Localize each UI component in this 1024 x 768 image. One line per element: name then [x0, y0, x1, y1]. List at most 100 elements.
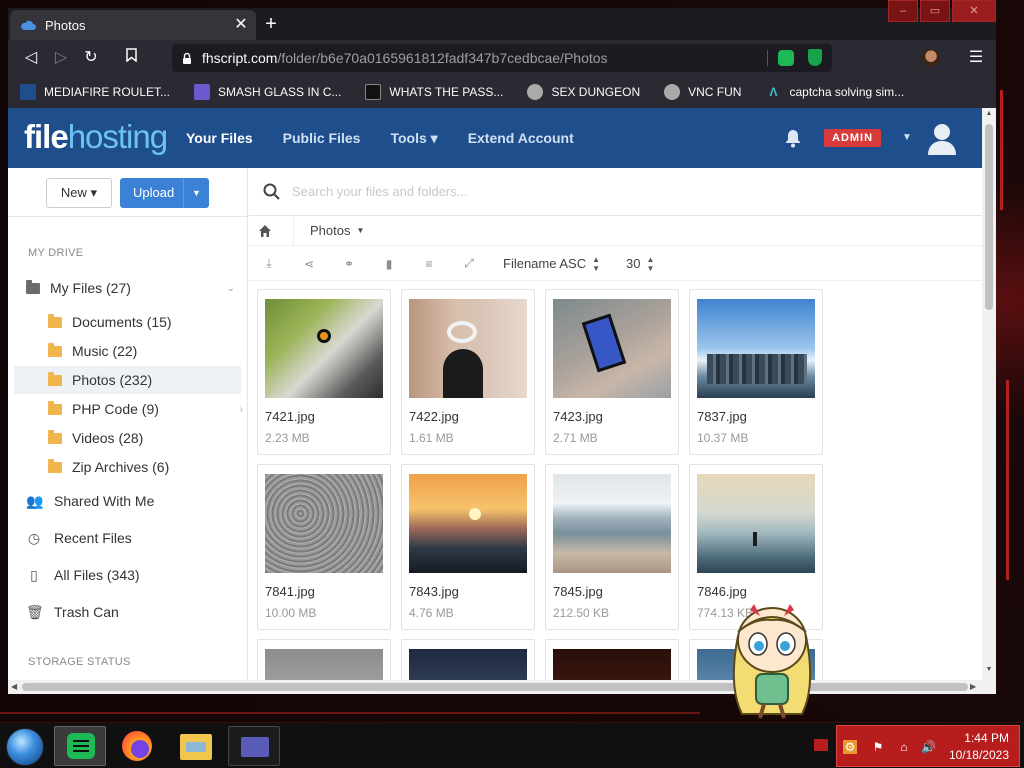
sidebar-item-shared[interactable]: 👥 Shared With Me [26, 487, 253, 515]
scroll-right-icon[interactable]: ▶ [970, 682, 976, 691]
file-card[interactable]: 7843.jpg 4.76 MB [401, 464, 535, 630]
bookmark-item[interactable]: MEDIAFIRE ROULET... [20, 84, 170, 100]
user-avatar-icon[interactable] [926, 122, 958, 156]
taskbar-app-window[interactable] [228, 726, 280, 766]
bookmark-item[interactable]: SEX DUNGEON [527, 84, 640, 100]
tray-app-icon[interactable]: ⚙ [843, 740, 857, 754]
chevron-down-icon[interactable]: ⌄ [227, 283, 235, 294]
address-bar[interactable]: fhscript.com/folder/b6e70a0165961812fadf… [172, 44, 832, 72]
scrollbar-thumb[interactable] [22, 683, 968, 691]
lock-icon [183, 52, 191, 64]
bookmark-item[interactable]: Λcaptcha solving sim... [765, 84, 904, 100]
per-page-select[interactable]: 30 [626, 256, 640, 271]
sidebar-item-zip-archives[interactable]: Zip Archives (6) [22, 453, 249, 481]
breadcrumb-current[interactable]: Photos [310, 223, 350, 238]
clock[interactable]: 1:44 PM 10/18/2023 [949, 730, 1009, 764]
forward-arrow-icon[interactable]: ▷ [46, 44, 76, 72]
sort-select[interactable]: Filename ASC [503, 256, 586, 271]
horizontal-scrollbar[interactable]: ◀ ▶ [8, 680, 982, 694]
chat-extension-icon[interactable] [778, 50, 794, 66]
taskbar-firefox[interactable] [112, 726, 164, 766]
upload-button[interactable]: Upload ▼ [120, 178, 209, 208]
network-icon[interactable]: ⌂ [897, 740, 911, 754]
flag-icon[interactable]: ⚑ [871, 740, 885, 754]
sidebar-item-recent[interactable]: ◷ Recent Files [26, 524, 253, 552]
search-input[interactable] [292, 184, 892, 199]
nav-public-files[interactable]: Public Files [283, 130, 361, 146]
sidebar-item-documents[interactable]: Documents (15) [22, 308, 249, 336]
share-icon[interactable]: ⋖ [289, 257, 329, 271]
download-icon[interactable]: ⤓ [249, 256, 289, 271]
sidebar-item-videos[interactable]: Videos (28) [22, 424, 249, 452]
file-card[interactable]: 7423.jpg 2.71 MB [545, 289, 679, 455]
nav-extend-account[interactable]: Extend Account [468, 130, 574, 146]
lock-icon [365, 84, 382, 100]
expand-icon[interactable]: ⤢ [449, 256, 489, 271]
scrollbar-thumb[interactable] [985, 124, 993, 310]
taskbar-explorer[interactable] [170, 726, 222, 766]
nav-your-files[interactable]: Your Files [186, 130, 253, 146]
start-button[interactable] [6, 728, 44, 766]
bookmark-item[interactable]: SMASH GLASS IN C... [194, 84, 341, 100]
sidebar-item-trash[interactable]: 🗑 Trash Can [26, 598, 253, 626]
sidebar-item-photos[interactable]: Photos (232) [14, 366, 241, 394]
minimize-icon[interactable]: – [888, 0, 918, 22]
search-bar [249, 168, 982, 216]
file-card[interactable]: 7845.jpg 212.50 KB [545, 464, 679, 630]
shield-extension-icon[interactable] [808, 49, 822, 66]
sidebar-item-label: Trash Can [54, 604, 119, 620]
hamburger-menu-icon[interactable]: ☰ [963, 44, 989, 72]
chevron-down-icon[interactable]: ▼ [902, 132, 912, 143]
link-icon[interactable]: ⚭ [329, 257, 369, 271]
scroll-up-icon[interactable]: ▲ [985, 110, 993, 117]
bell-icon[interactable] [784, 128, 802, 148]
file-size: 10.00 MB [265, 606, 317, 620]
bookmark-item[interactable]: WHATS THE PASS... [365, 84, 503, 100]
app-header: filehosting Your Files Public Files Tool… [8, 108, 982, 168]
sidebar-item-all-files[interactable]: ▯ All Files (343) [26, 561, 253, 589]
file-card[interactable]: 7841.jpg 10.00 MB [257, 464, 391, 630]
back-arrow-icon[interactable]: ◁ [16, 44, 46, 72]
close-window-icon[interactable]: ✕ [952, 0, 996, 22]
logo-part-b: hosting [67, 118, 168, 155]
taskbar-chat-app[interactable] [54, 726, 106, 766]
sidebar-item-php-code[interactable]: PHP Code (9) › [22, 395, 249, 423]
file-card[interactable]: 7421.jpg 2.23 MB [257, 289, 391, 455]
sidebar-item-label: Videos (28) [72, 430, 144, 446]
scroll-down-icon[interactable]: ▼ [985, 666, 993, 673]
sidebar-item-my-files[interactable]: My Files (27) ⌄ [26, 274, 253, 302]
file-card[interactable]: 7837.jpg 10.37 MB [689, 289, 823, 455]
admin-badge[interactable]: ADMIN [824, 129, 882, 147]
nav-tools[interactable]: Tools ▾ [390, 130, 437, 147]
filehosting-logo[interactable]: filehosting [24, 118, 168, 156]
mediafire-icon [20, 84, 36, 100]
caret-down-icon[interactable]: ▼ [356, 226, 364, 235]
bookmark-item[interactable]: VNC FUN [664, 84, 741, 100]
bookmarks-bar: MEDIAFIRE ROULET... SMASH GLASS IN C... … [8, 76, 996, 108]
vertical-scrollbar[interactable]: ▲ ▼ [982, 108, 996, 694]
list-view-icon[interactable]: ≡ [409, 257, 449, 271]
tab-photos[interactable]: Photos ✕ [10, 10, 256, 40]
file-card[interactable]: 7422.jpg 1.61 MB [401, 289, 535, 455]
new-button[interactable]: New ▾ [46, 178, 112, 208]
scroll-left-icon[interactable]: ◀ [11, 682, 17, 691]
mascot-character-icon[interactable] [720, 596, 824, 720]
bookmark-label: VNC FUN [688, 85, 742, 99]
sort-updown-icon[interactable]: ▲ ▼ [592, 255, 600, 273]
per-page-updown-icon[interactable]: ▲ ▼ [646, 255, 654, 273]
close-tab-icon[interactable]: ✕ [232, 16, 250, 34]
bookmark-star-icon[interactable] [116, 44, 146, 72]
sidebar-item-music[interactable]: Music (22) [22, 337, 249, 365]
profile-avatar[interactable] [922, 49, 940, 67]
reload-icon[interactable]: ↻ [76, 44, 106, 72]
volume-icon[interactable]: 🔊 [921, 740, 936, 754]
chevron-right-icon[interactable]: › [240, 404, 243, 415]
upload-dropdown-icon[interactable]: ▼ [183, 178, 209, 208]
maximize-icon[interactable]: ▭ [920, 0, 950, 22]
tray-overflow-icon[interactable] [814, 739, 828, 751]
new-tab-button[interactable]: + [260, 13, 282, 35]
url-path: /folder/b6e70a0165961812fadf347b7cedbcae… [277, 50, 608, 66]
home-icon[interactable] [259, 224, 271, 237]
file-icon: ▯ [30, 567, 38, 583]
trash-icon[interactable]: ▮ [369, 257, 409, 271]
